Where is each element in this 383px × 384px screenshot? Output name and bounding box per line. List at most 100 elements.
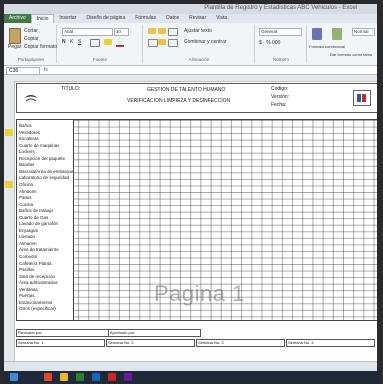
wrap-text-button[interactable]: Ajustar texto bbox=[184, 28, 212, 34]
italic-button[interactable]: K bbox=[70, 39, 73, 45]
bold-button[interactable]: N bbox=[62, 39, 66, 45]
align-bottom-icon[interactable] bbox=[168, 28, 178, 36]
area-row-label: Pasillos bbox=[19, 267, 35, 273]
area-row-label: Oficina bbox=[19, 181, 34, 187]
approved-by-field[interactable]: Aprobado por: bbox=[108, 329, 201, 337]
formula-bar: C36 fx bbox=[4, 66, 377, 75]
borders-icon[interactable] bbox=[90, 39, 100, 47]
cut-button[interactable]: Cortar bbox=[24, 28, 38, 34]
week-1-field[interactable]: Semana No. 1 bbox=[16, 339, 105, 347]
form-header: TITULO: GESTION DE TALENTO HUMANO VERIFI… bbox=[16, 83, 377, 113]
ribbon: Pegar Cortar Copiar Copiar formato Porta… bbox=[4, 23, 377, 66]
version-label: Versión: bbox=[271, 94, 290, 100]
worksheet[interactable]: TITULO: GESTION DE TALENTO HUMANO VERIFI… bbox=[4, 75, 377, 361]
area-row-label: Recepción del paquete bbox=[19, 155, 66, 161]
area-row-label: Área administrativa bbox=[19, 280, 58, 286]
week-3-field[interactable]: Semana No. 3 bbox=[196, 339, 285, 347]
area-row-label: Otros (especificar) bbox=[19, 306, 56, 312]
tab-data[interactable]: Datos bbox=[161, 14, 184, 23]
name-box[interactable]: C36 bbox=[6, 67, 40, 75]
revised-by-field[interactable]: Revisado por: bbox=[16, 329, 109, 337]
area-row-label: Cocina bbox=[19, 201, 34, 207]
row-headers bbox=[4, 81, 15, 361]
area-row-label: Sala de recepción bbox=[19, 273, 56, 279]
area-row-label: Laboratorio de seguridad bbox=[19, 175, 70, 181]
format-painter-button[interactable]: Copiar formato bbox=[24, 44, 57, 50]
number-group-label: Número bbox=[272, 57, 289, 62]
font-group-label: Fuente bbox=[92, 57, 107, 62]
alignment-group: Ajustar texto Combinar y centrar Alineac… bbox=[144, 25, 255, 63]
font-group: Arial 10 N K S Fuente bbox=[58, 25, 143, 63]
align-right-icon[interactable] bbox=[168, 39, 178, 47]
area-row-label: Comedor bbox=[19, 254, 38, 259]
area-row-label: Almacén bbox=[19, 188, 37, 194]
font-color-icon[interactable] bbox=[116, 39, 124, 47]
form-title-1: GESTION DE TALENTO HUMANO bbox=[147, 87, 226, 93]
format-as-table-button[interactable]: Dar formato como tabla bbox=[330, 52, 372, 57]
week-2-field[interactable]: Semana No. 2 bbox=[106, 339, 195, 347]
tab-file[interactable]: Archivo bbox=[4, 14, 31, 23]
app-icon[interactable] bbox=[108, 373, 116, 381]
area-row-label: Almacen bbox=[19, 240, 37, 246]
clipboard-group: Pegar Cortar Copiar Copiar formato Porta… bbox=[6, 25, 57, 63]
align-left-icon[interactable] bbox=[148, 39, 158, 47]
align-top-icon[interactable] bbox=[148, 28, 156, 34]
align-center-icon[interactable] bbox=[158, 39, 166, 45]
area-row-label: Lockers bbox=[19, 149, 35, 155]
style-normal[interactable]: Normal bbox=[352, 28, 375, 36]
conditional-format-button[interactable]: Formato condicional bbox=[309, 44, 345, 49]
area-row-label: Cuarto de Gas bbox=[19, 214, 49, 220]
tab-insert[interactable]: Insertar bbox=[54, 14, 81, 23]
area-row-label: Puertas bbox=[19, 293, 35, 299]
copy-button[interactable]: Copiar bbox=[24, 36, 39, 42]
area-row-label: Cafetería Planta bbox=[19, 260, 52, 266]
conditional-format-icon[interactable] bbox=[312, 28, 322, 40]
alignment-group-label: Alineación bbox=[188, 57, 210, 62]
area-row-label: Patios bbox=[19, 195, 32, 201]
area-row-label: Bandas bbox=[19, 162, 35, 168]
styles-group: Formato condicional Dar formato como tab… bbox=[308, 25, 375, 63]
start-icon[interactable] bbox=[10, 373, 18, 381]
tab-view[interactable]: Vista bbox=[211, 14, 232, 23]
area-row-label: Baños de trabajo bbox=[19, 208, 54, 214]
paste-button[interactable]: Pegar bbox=[8, 44, 21, 50]
certification-logo-icon bbox=[353, 90, 371, 106]
area-row-label: Vestidores bbox=[19, 129, 41, 135]
explorer-icon[interactable] bbox=[60, 373, 68, 381]
tab-formulas[interactable]: Fórmulas bbox=[130, 14, 161, 23]
area-row-label: Enjuague bbox=[19, 227, 39, 233]
word-icon[interactable] bbox=[92, 373, 100, 381]
font-size-select[interactable]: 10 bbox=[114, 28, 129, 36]
currency-button[interactable]: $ · % 000 bbox=[259, 40, 280, 46]
area-row-label: Bascula/Área de embarque bbox=[19, 168, 74, 174]
area-row-label: Cuarto de maquinas bbox=[19, 142, 60, 148]
code-label: Codigo: bbox=[271, 86, 289, 92]
excel-icon[interactable] bbox=[76, 373, 84, 381]
area-row-label: Llenado bbox=[19, 234, 36, 240]
selected-row-marker bbox=[5, 129, 13, 136]
app-icon-2[interactable] bbox=[124, 373, 132, 381]
merge-center-button[interactable]: Combinar y centrar bbox=[184, 39, 227, 45]
column-headers bbox=[4, 75, 377, 82]
page-watermark: Pagina 1 bbox=[154, 281, 245, 306]
title-bar: Plantilla de Registro y Estadisticas ABC… bbox=[4, 4, 377, 14]
font-name-select[interactable]: Arial bbox=[62, 28, 113, 36]
fx-icon[interactable]: fx bbox=[44, 67, 48, 73]
area-row-label: Baños bbox=[19, 123, 32, 128]
area-row-label: Ventanas bbox=[19, 286, 38, 292]
area-row-label: Estacionamiento bbox=[19, 299, 53, 305]
underline-button[interactable]: S bbox=[78, 39, 81, 45]
week-4-field[interactable]: Semana No. 4 bbox=[286, 339, 375, 347]
fill-color-icon[interactable] bbox=[104, 39, 112, 45]
area-row-label: Escaleras bbox=[19, 136, 39, 142]
browser-icon[interactable] bbox=[44, 373, 52, 381]
tab-review[interactable]: Revisar bbox=[184, 14, 211, 23]
area-name-column: Baños Vestidores Escaleras Cuarto de maquin… bbox=[17, 120, 74, 320]
tab-page-layout[interactable]: Diseño de página bbox=[81, 14, 130, 23]
format-as-table-icon[interactable] bbox=[332, 28, 342, 40]
align-middle-icon[interactable] bbox=[158, 28, 166, 34]
number-format-select[interactable]: General bbox=[259, 28, 302, 36]
form-title-2: VERIFICACION LIMPIEZA Y DESINFECCION bbox=[127, 98, 231, 104]
paste-icon[interactable] bbox=[9, 28, 21, 44]
selected-row-marker-2 bbox=[5, 181, 13, 188]
